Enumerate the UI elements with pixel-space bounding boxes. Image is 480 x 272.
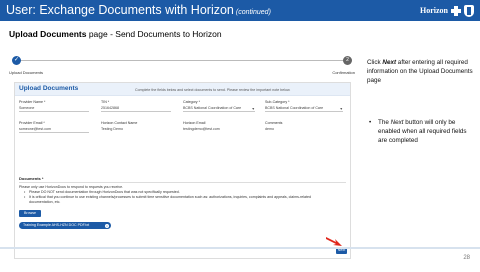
bullet-next-emphasis: Next <box>390 119 404 126</box>
horizon-contact-name-label: Horizon Contact Name <box>101 121 138 125</box>
continued-label: (continued) <box>235 9 271 16</box>
subcategory-select[interactable]: Sub-Category * BCBS National Coordinatio… <box>265 100 343 112</box>
tin-input[interactable]: 251642868 <box>101 106 171 112</box>
progress-steps: ✓ 2 Upload Documents Confirmation <box>9 55 355 79</box>
progress-line <box>15 60 349 61</box>
horizon-contact-name-field: Horizon Contact Name Testing Demo <box>101 121 171 132</box>
documents-heading: Documents * <box>19 176 44 181</box>
documents-bullet-2: It is critical that you continue to use … <box>19 195 319 205</box>
horizon-contact-name-value: Testing Demo <box>101 126 123 131</box>
pointer-arrow-icon <box>326 237 342 246</box>
slide-title-text: User: Exchange Documents with Horizon <box>6 3 234 17</box>
card-header: Upload Documents Complete the fields bel… <box>15 83 350 96</box>
step2-indicator: 2 <box>343 56 352 65</box>
card-title: Upload Documents <box>19 85 79 92</box>
bullet-dot: • <box>369 119 372 126</box>
comments-label: Comments <box>265 121 283 125</box>
tin-label: TIN * <box>101 100 110 104</box>
screenshot-area: ✓ 2 Upload Documents Confirmation Upload… <box>9 55 355 261</box>
chevron-down-icon[interactable]: ▼ <box>340 107 343 111</box>
documents-instructions: Please only use HorizonDocs to respond t… <box>19 185 319 205</box>
subtitle-bold: Upload Documents <box>9 29 87 39</box>
page-number: 28 <box>463 255 470 261</box>
instruction-next-emphasis: Next <box>382 59 397 66</box>
slide: User: Exchange Documents with Horizon (co… <box>0 0 480 272</box>
header-bar: User: Exchange Documents with Horizon (co… <box>0 0 480 21</box>
category-value[interactable]: BCBS National Coordination of Care <box>183 106 255 112</box>
instruction-bullet-text: The Next button will only be enabled whe… <box>378 118 477 146</box>
page-subtitle: Upload Documents page - Send Documents t… <box>9 29 222 39</box>
documents-divider <box>19 182 346 183</box>
horizon-email-label: Horizon Email <box>183 121 206 125</box>
tin-field[interactable]: TIN * 251642868 <box>101 100 171 112</box>
provider-email-input[interactable]: someone@test.com <box>19 127 89 133</box>
chevron-down-icon[interactable]: ▼ <box>252 107 255 111</box>
attached-file-chip: Training Example AHS-HZN DOC PDF.txt × <box>19 222 111 229</box>
category-select[interactable]: Category * BCBS National Coordination of… <box>183 100 255 112</box>
comments-field[interactable]: Comments demo <box>265 121 343 132</box>
blue-shield-icon <box>464 4 474 17</box>
comments-input[interactable]: demo <box>265 127 343 132</box>
remove-file-icon[interactable]: × <box>105 223 109 228</box>
provider-email-field[interactable]: Provider Email * someone@test.com <box>19 121 89 133</box>
subcategory-value[interactable]: BCBS National Coordination of Care <box>265 106 343 112</box>
blue-cross-icon <box>451 5 461 16</box>
footer-divider <box>0 247 480 249</box>
horizon-logo-text: Horizon <box>420 6 448 15</box>
provider-email-label: Provider Email * <box>19 121 45 125</box>
instruction-bullet: • The Next button will only be enabled w… <box>367 118 477 146</box>
provider-name-label: Provider Name * <box>19 100 46 104</box>
provider-name-field[interactable]: Provider Name * Someone <box>19 100 89 112</box>
horizon-email-value: testingdemo@test.com <box>183 126 220 131</box>
step2-label: Confirmation <box>332 70 355 75</box>
upload-documents-card: Upload Documents Complete the fields bel… <box>14 82 351 259</box>
subtitle-rest: page - Send Documents to Horizon <box>86 29 222 39</box>
subcategory-label: Sub-Category * <box>265 100 290 104</box>
step1-label: Upload Documents <box>9 70 44 75</box>
browse-button[interactable]: Browse <box>19 210 41 217</box>
slide-title: User: Exchange Documents with Horizon (co… <box>6 3 271 17</box>
step1-check-icon: ✓ <box>12 56 21 65</box>
instruction-pre: Click <box>367 59 383 66</box>
bullet-pre: The <box>378 119 391 126</box>
card-instructions: Complete the fields below and select doc… <box>135 87 291 92</box>
category-label: Category * <box>183 100 200 104</box>
horizon-email-field: Horizon Email testingdemo@test.com <box>183 121 255 132</box>
provider-name-input[interactable]: Someone <box>19 106 89 112</box>
horizon-logo: Horizon <box>420 3 474 18</box>
instruction-text: Click Next after entering all required i… <box>367 58 477 86</box>
attached-file-name: Training Example AHS-HZN DOC PDF.txt <box>23 223 90 227</box>
